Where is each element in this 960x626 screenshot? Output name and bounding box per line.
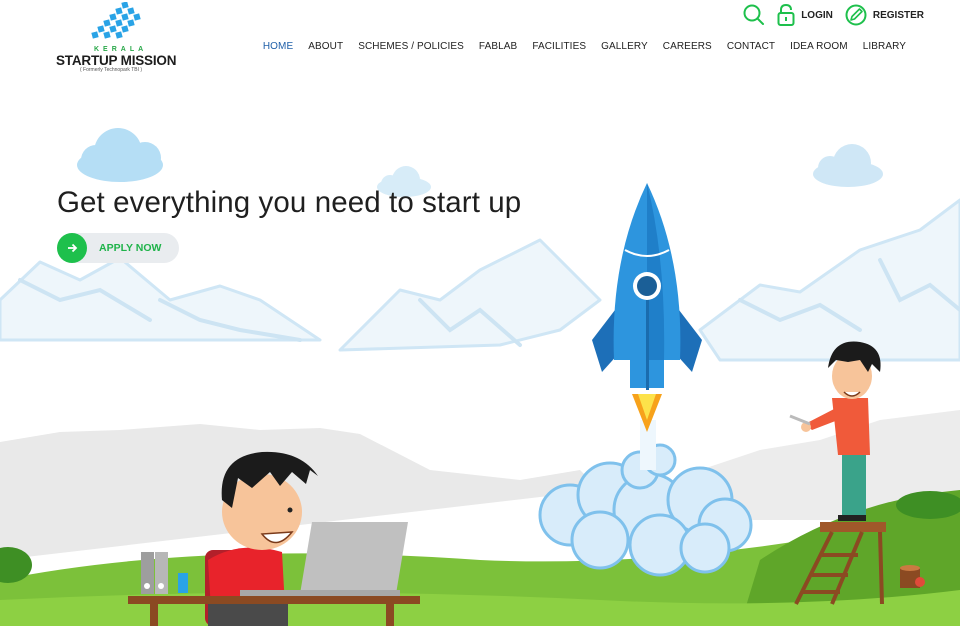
search-button[interactable] [743,4,765,26]
glass [178,573,188,593]
logo-checker-icon [91,2,141,39]
apply-now-button[interactable]: APPLY NOW [57,233,179,263]
logo-subtitle: ( Formerly Technopark TBI ) [80,67,143,73]
nav-home[interactable]: HOME [263,41,293,52]
cloud [77,128,163,182]
nav-idea-room[interactable]: IDEA ROOM [790,41,848,52]
hero-illustration [0,128,960,626]
grey-hills [0,424,600,560]
nav-fablab[interactable]: FABLAB [479,41,517,52]
nav-facilities[interactable]: FACILITIES [532,41,586,52]
login-label: LOGIN [801,9,833,21]
nav-library[interactable]: LIBRARY [863,41,906,52]
main-nav: HOME ABOUT SCHEMES / POLICIES FABLAB FAC… [263,41,906,52]
nav-contact[interactable]: CONTACT [727,41,775,52]
arrow-right-icon [57,233,87,263]
apply-now-label: APPLY NOW [99,242,162,254]
register-link[interactable]: REGISTER [845,4,924,26]
logo-kerala: KERALA [94,46,148,53]
logo[interactable]: KERALA STARTUP MISSION ( Formerly Techno… [56,2,186,73]
top-utility-bar: LOGIN REGISTER [743,4,924,26]
cloud [813,144,883,187]
nav-schemes-policies[interactable]: SCHEMES / POLICIES [358,41,464,52]
logo-name: STARTUP MISSION [56,53,177,68]
lock-icon [777,4,795,26]
rocket [592,183,702,432]
login-link[interactable]: LOGIN [777,4,833,26]
nav-gallery[interactable]: GALLERY [601,41,648,52]
search-icon [743,4,765,25]
register-label: REGISTER [872,9,924,21]
mountains-back [0,198,960,362]
nav-careers[interactable]: CAREERS [663,41,712,52]
hero-title: Get everything you need to start up [57,186,522,219]
nav-about[interactable]: ABOUT [308,41,343,52]
edit-icon [845,4,867,26]
